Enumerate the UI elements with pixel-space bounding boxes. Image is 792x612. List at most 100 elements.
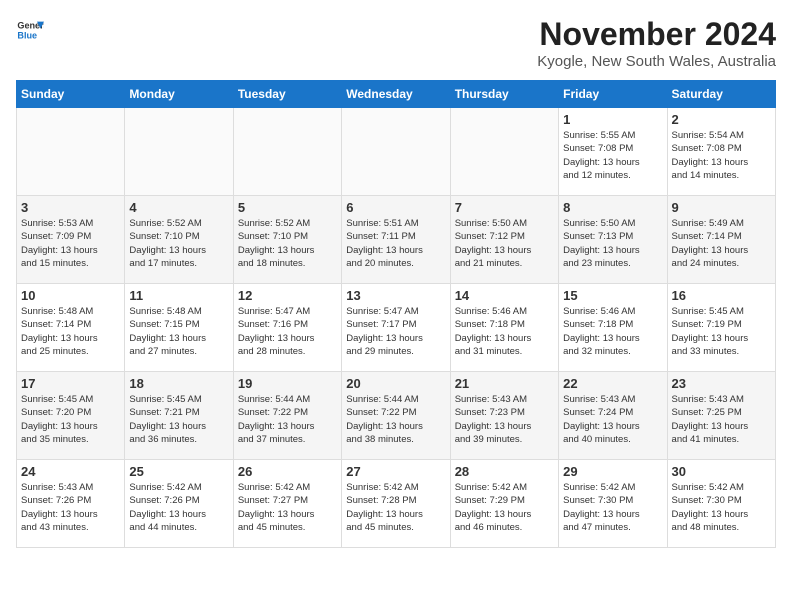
- day-cell: 20Sunrise: 5:44 AM Sunset: 7:22 PM Dayli…: [342, 372, 450, 460]
- day-info: Sunrise: 5:52 AM Sunset: 7:10 PM Dayligh…: [238, 217, 337, 270]
- day-number: 26: [238, 464, 337, 479]
- day-info: Sunrise: 5:44 AM Sunset: 7:22 PM Dayligh…: [346, 393, 445, 446]
- day-cell: [342, 108, 450, 196]
- day-cell: [233, 108, 341, 196]
- day-info: Sunrise: 5:42 AM Sunset: 7:30 PM Dayligh…: [672, 481, 771, 534]
- day-cell: 15Sunrise: 5:46 AM Sunset: 7:18 PM Dayli…: [559, 284, 667, 372]
- day-cell: 1 Sunrise: 5:55 AM Sunset: 7:08 PM Daylig…: [559, 108, 667, 196]
- day-info: Sunrise: 5:49 AM Sunset: 7:14 PM Dayligh…: [672, 217, 771, 270]
- day-number: 11: [129, 288, 228, 303]
- day-cell: [17, 108, 125, 196]
- day-cell: 4Sunrise: 5:52 AM Sunset: 7:10 PM Daylig…: [125, 196, 233, 284]
- day-info: Sunrise: 5:50 AM Sunset: 7:12 PM Dayligh…: [455, 217, 554, 270]
- day-info: Sunrise: 5:48 AM Sunset: 7:14 PM Dayligh…: [21, 305, 120, 358]
- week-row-3: 10 Sunrise: 5:48 AM Sunset: 7:14 PM Dayli…: [17, 284, 776, 372]
- page-title: November 2024: [537, 16, 776, 53]
- day-number: 15: [563, 288, 662, 303]
- week-row-5: 24Sunrise: 5:43 AM Sunset: 7:26 PM Dayli…: [17, 460, 776, 548]
- column-header-friday: Friday: [559, 81, 667, 108]
- day-info: Sunrise: 5:48 AM Sunset: 7:15 PM Dayligh…: [129, 305, 228, 358]
- day-number: 12: [238, 288, 337, 303]
- day-info: Sunrise: 5:42 AM Sunset: 7:30 PM Dayligh…: [563, 481, 662, 534]
- column-header-saturday: Saturday: [667, 81, 775, 108]
- day-number: 25: [129, 464, 228, 479]
- day-number: 10: [21, 288, 120, 303]
- day-info: Sunrise: 5:42 AM Sunset: 7:28 PM Dayligh…: [346, 481, 445, 534]
- day-number: 30: [672, 464, 771, 479]
- day-number: 9: [672, 200, 771, 215]
- day-cell: 14 Sunrise: 5:46 AM Sunset: 7:18 PM Dayli…: [450, 284, 558, 372]
- day-info: Sunrise: 5:51 AM Sunset: 7:11 PM Dayligh…: [346, 217, 445, 270]
- calendar-table: SundayMondayTuesdayWednesdayThursdayFrid…: [16, 80, 776, 548]
- day-info: Sunrise: 5:55 AM Sunset: 7:08 PM Dayligh…: [563, 129, 662, 182]
- day-number: 22: [563, 376, 662, 391]
- day-number: 7: [455, 200, 554, 215]
- day-cell: 10 Sunrise: 5:48 AM Sunset: 7:14 PM Dayli…: [17, 284, 125, 372]
- day-info: Sunrise: 5:44 AM Sunset: 7:22 PM Dayligh…: [238, 393, 337, 446]
- day-cell: 7 Sunrise: 5:50 AM Sunset: 7:12 PM Daylig…: [450, 196, 558, 284]
- day-cell: 21 Sunrise: 5:43 AM Sunset: 7:23 PM Dayli…: [450, 372, 558, 460]
- day-info: Sunrise: 5:47 AM Sunset: 7:17 PM Dayligh…: [346, 305, 445, 358]
- day-number: 6: [346, 200, 445, 215]
- day-info: Sunrise: 5:45 AM Sunset: 7:21 PM Dayligh…: [129, 393, 228, 446]
- svg-text:Blue: Blue: [17, 30, 37, 40]
- logo: General Blue: [16, 16, 44, 44]
- day-number: 1: [563, 112, 662, 127]
- day-number: 28: [455, 464, 554, 479]
- day-cell: 12 Sunrise: 5:47 AM Sunset: 7:16 PM Dayli…: [233, 284, 341, 372]
- day-info: Sunrise: 5:45 AM Sunset: 7:19 PM Dayligh…: [672, 305, 771, 358]
- column-header-wednesday: Wednesday: [342, 81, 450, 108]
- week-row-4: 17 Sunrise: 5:45 AM Sunset: 7:20 PM Dayli…: [17, 372, 776, 460]
- day-cell: 22 Sunrise: 5:43 AM Sunset: 7:24 PM Dayli…: [559, 372, 667, 460]
- day-cell: 18 Sunrise: 5:45 AM Sunset: 7:21 PM Dayli…: [125, 372, 233, 460]
- header: General Blue November 2024 Kyogle, New S…: [16, 16, 776, 70]
- day-cell: 8Sunrise: 5:50 AM Sunset: 7:13 PM Daylig…: [559, 196, 667, 284]
- day-number: 4: [129, 200, 228, 215]
- day-info: Sunrise: 5:42 AM Sunset: 7:29 PM Dayligh…: [455, 481, 554, 534]
- day-number: 8: [563, 200, 662, 215]
- day-cell: 17 Sunrise: 5:45 AM Sunset: 7:20 PM Dayli…: [17, 372, 125, 460]
- day-info: Sunrise: 5:43 AM Sunset: 7:25 PM Dayligh…: [672, 393, 771, 446]
- day-cell: 3Sunrise: 5:53 AM Sunset: 7:09 PM Daylig…: [17, 196, 125, 284]
- day-info: Sunrise: 5:43 AM Sunset: 7:24 PM Dayligh…: [563, 393, 662, 446]
- day-cell: 13 Sunrise: 5:47 AM Sunset: 7:17 PM Dayli…: [342, 284, 450, 372]
- day-cell: 26 Sunrise: 5:42 AM Sunset: 7:27 PM Dayli…: [233, 460, 341, 548]
- day-info: Sunrise: 5:46 AM Sunset: 7:18 PM Dayligh…: [455, 305, 554, 358]
- week-row-2: 3Sunrise: 5:53 AM Sunset: 7:09 PM Daylig…: [17, 196, 776, 284]
- day-cell: 23Sunrise: 5:43 AM Sunset: 7:25 PM Dayli…: [667, 372, 775, 460]
- day-number: 3: [21, 200, 120, 215]
- logo-icon: General Blue: [16, 16, 44, 44]
- day-cell: 5 Sunrise: 5:52 AM Sunset: 7:10 PM Daylig…: [233, 196, 341, 284]
- day-cell: 2Sunrise: 5:54 AM Sunset: 7:08 PM Daylig…: [667, 108, 775, 196]
- calendar-header-row: SundayMondayTuesdayWednesdayThursdayFrid…: [17, 81, 776, 108]
- day-cell: 29 Sunrise: 5:42 AM Sunset: 7:30 PM Dayli…: [559, 460, 667, 548]
- day-number: 29: [563, 464, 662, 479]
- day-number: 18: [129, 376, 228, 391]
- title-area: November 2024 Kyogle, New South Wales, A…: [537, 16, 776, 70]
- day-info: Sunrise: 5:42 AM Sunset: 7:27 PM Dayligh…: [238, 481, 337, 534]
- day-cell: 24Sunrise: 5:43 AM Sunset: 7:26 PM Dayli…: [17, 460, 125, 548]
- day-number: 27: [346, 464, 445, 479]
- day-info: Sunrise: 5:43 AM Sunset: 7:26 PM Dayligh…: [21, 481, 120, 534]
- day-number: 14: [455, 288, 554, 303]
- day-cell: 30 Sunrise: 5:42 AM Sunset: 7:30 PM Dayli…: [667, 460, 775, 548]
- day-cell: [125, 108, 233, 196]
- day-info: Sunrise: 5:45 AM Sunset: 7:20 PM Dayligh…: [21, 393, 120, 446]
- column-header-monday: Monday: [125, 81, 233, 108]
- day-cell: 28 Sunrise: 5:42 AM Sunset: 7:29 PM Dayli…: [450, 460, 558, 548]
- day-number: 21: [455, 376, 554, 391]
- day-cell: 25Sunrise: 5:42 AM Sunset: 7:26 PM Dayli…: [125, 460, 233, 548]
- day-cell: 19Sunrise: 5:44 AM Sunset: 7:22 PM Dayli…: [233, 372, 341, 460]
- day-info: Sunrise: 5:47 AM Sunset: 7:16 PM Dayligh…: [238, 305, 337, 358]
- day-number: 13: [346, 288, 445, 303]
- day-number: 5: [238, 200, 337, 215]
- day-info: Sunrise: 5:43 AM Sunset: 7:23 PM Dayligh…: [455, 393, 554, 446]
- week-row-1: 1 Sunrise: 5:55 AM Sunset: 7:08 PM Daylig…: [17, 108, 776, 196]
- column-header-thursday: Thursday: [450, 81, 558, 108]
- column-header-sunday: Sunday: [17, 81, 125, 108]
- day-info: Sunrise: 5:54 AM Sunset: 7:08 PM Dayligh…: [672, 129, 771, 182]
- day-cell: 6 Sunrise: 5:51 AM Sunset: 7:11 PM Daylig…: [342, 196, 450, 284]
- day-cell: 27 Sunrise: 5:42 AM Sunset: 7:28 PM Dayli…: [342, 460, 450, 548]
- column-header-tuesday: Tuesday: [233, 81, 341, 108]
- day-number: 17: [21, 376, 120, 391]
